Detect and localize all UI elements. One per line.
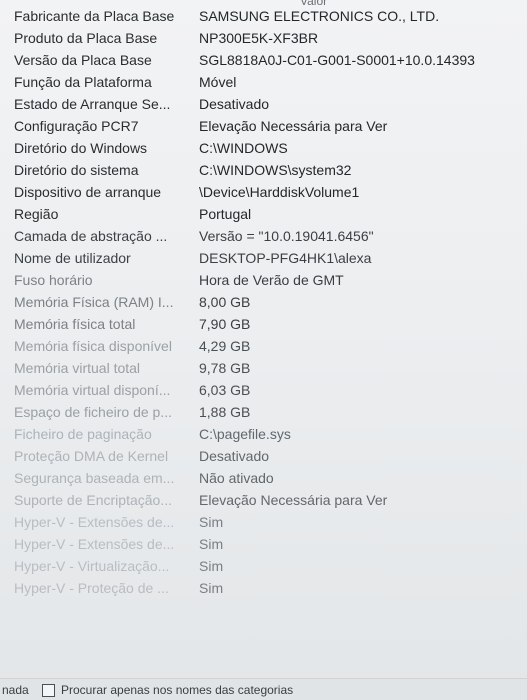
item-cell: Segurança baseada em... — [14, 470, 175, 486]
table-row[interactable]: Ficheiro de paginação C:\pagefile.sys — [0, 423, 527, 445]
item-cell: Hyper-V - Extensões de... — [14, 514, 175, 530]
table-row[interactable]: Hyper-V - Extensões de... Sim — [0, 533, 527, 555]
value-cell: \Device\HarddiskVolume1 — [199, 184, 360, 200]
item-cell: Configuração PCR7 — [14, 118, 139, 134]
value-cell: Sim — [199, 558, 224, 574]
table-row[interactable]: Diretório do Windows C:\WINDOWS — [0, 137, 527, 159]
item-cell: Fuso horário — [14, 272, 93, 288]
table-row[interactable]: Dispositivo de arranque \Device\Harddisk… — [0, 181, 527, 203]
value-cell: Sim — [199, 536, 224, 552]
search-selected-category-label: nada — [2, 683, 29, 697]
value-cell: 1,88 GB — [199, 404, 251, 420]
value-cell: DESKTOP-PFG4HK1\alexa — [199, 250, 372, 266]
table-row[interactable]: Proteção DMA de Kernel Desativado — [0, 445, 527, 467]
value-cell: 6,03 GB — [199, 382, 251, 398]
table-row[interactable]: Versão da Placa Base SGL8818A0J-C01-G001… — [0, 49, 527, 71]
table-row[interactable]: Memória virtual total 9,78 GB — [0, 357, 527, 379]
value-cell: Hora de Verão de GMT — [199, 272, 344, 288]
item-cell: Proteção DMA de Kernel — [14, 448, 169, 464]
table-row[interactable]: Diretório do sistema C:\WINDOWS\system32 — [0, 159, 527, 181]
table-row[interactable]: Espaço de ficheiro de p... 1,88 GB — [0, 401, 527, 423]
system-info-list: Fabricante da Placa Base SAMSUNG ELECTRO… — [0, 5, 527, 599]
table-row[interactable]: Configuração PCR7 Elevação Necessária pa… — [0, 115, 527, 137]
value-cell: C:\pagefile.sys — [199, 426, 291, 442]
table-row[interactable]: Memória física disponível 4,29 GB — [0, 335, 527, 357]
value-cell: Sim — [199, 514, 224, 530]
table-row[interactable]: Memória virtual disponí... 6,03 GB — [0, 379, 527, 401]
table-row[interactable]: Região Portugal — [0, 203, 527, 225]
value-cell: Não ativado — [199, 470, 274, 486]
system-summary-panel: Valor Fabricante da Placa Base SAMSUNG E… — [0, 0, 527, 700]
item-cell: Diretório do sistema — [14, 162, 139, 178]
item-cell: Memória virtual total — [14, 360, 141, 376]
value-cell: SAMSUNG ELECTRONICS CO., LTD. — [199, 8, 440, 24]
value-cell: NP300E5K-XF3BR — [199, 30, 319, 46]
item-cell: Fabricante da Placa Base — [14, 8, 175, 24]
value-cell: 9,78 GB — [199, 360, 251, 376]
table-row[interactable]: Produto da Placa Base NP300E5K-XF3BR — [0, 27, 527, 49]
item-cell: Memória virtual disponí... — [14, 382, 171, 398]
table-row[interactable]: Função da Plataforma Móvel — [0, 71, 527, 93]
table-row[interactable]: Fabricante da Placa Base SAMSUNG ELECTRO… — [0, 5, 527, 27]
item-cell: Função da Plataforma — [14, 74, 152, 90]
item-cell: Diretório do Windows — [14, 140, 148, 156]
value-cell: 8,00 GB — [199, 294, 251, 310]
table-row[interactable]: Segurança baseada em... Não ativado — [0, 467, 527, 489]
search-categories-checkbox[interactable] — [42, 683, 55, 697]
item-cell: Região — [14, 206, 59, 222]
item-cell: Nome de utilizador — [14, 250, 131, 266]
table-row[interactable]: Nome de utilizador DESKTOP-PFG4HK1\alexa — [0, 247, 527, 269]
table-row[interactable]: Hyper-V - Virtualização... Sim — [0, 555, 527, 577]
value-cell: Elevação Necessária para Ver — [199, 118, 388, 134]
table-row[interactable]: Camada de abstração ... Versão = "10.0.1… — [0, 225, 527, 247]
value-cell: C:\WINDOWS\system32 — [199, 162, 352, 178]
table-row[interactable]: Hyper-V - Proteção de ... Sim — [0, 577, 527, 599]
value-cell: Móvel — [199, 74, 237, 90]
value-cell: 7,90 GB — [199, 316, 251, 332]
item-cell: Dispositivo de arranque — [14, 184, 162, 200]
item-cell: Memória Física (RAM) I... — [14, 294, 174, 310]
table-row[interactable]: Memória física total 7,90 GB — [0, 313, 527, 335]
item-cell: Memória física total — [14, 316, 136, 332]
item-cell: Versão da Placa Base — [14, 52, 152, 68]
item-cell: Hyper-V - Proteção de ... — [14, 580, 169, 596]
value-cell: Desativado — [199, 96, 270, 112]
item-cell: Suporte de Encriptação... — [14, 492, 172, 508]
item-cell: Espaço de ficheiro de p... — [14, 404, 172, 420]
item-cell: Hyper-V - Extensões de... — [14, 536, 175, 552]
value-cell: Versão = "10.0.19041.6456" — [199, 228, 374, 244]
value-cell: Elevação Necessária para Ver — [199, 492, 388, 508]
table-row[interactable]: Fuso horário Hora de Verão de GMT — [0, 269, 527, 291]
table-row[interactable]: Estado de Arranque Se... Desativado — [0, 93, 527, 115]
value-cell: Sim — [199, 580, 224, 596]
item-cell: Memória física disponível — [14, 338, 172, 354]
value-cell: C:\WINDOWS — [199, 140, 288, 156]
item-cell: Estado de Arranque Se... — [14, 96, 171, 112]
value-cell: 4,29 GB — [199, 338, 251, 354]
item-cell: Hyper-V - Virtualização... — [14, 558, 170, 574]
table-row[interactable]: Suporte de Encriptação... Elevação Neces… — [0, 489, 527, 511]
item-cell: Produto da Placa Base — [14, 30, 158, 46]
search-categories-label[interactable]: Procurar apenas nos nomes das categorias — [61, 683, 293, 697]
value-cell: Desativado — [199, 448, 270, 464]
search-options-bar: nada Procurar apenas nos nomes das categ… — [0, 678, 527, 700]
value-cell: SGL8818A0J-C01-G001-S0001+10.0.14393 — [199, 52, 475, 68]
value-cell: Portugal — [199, 206, 252, 222]
table-row[interactable]: Hyper-V - Extensões de... Sim — [0, 511, 527, 533]
item-cell: Camada de abstração ... — [14, 228, 168, 244]
table-row[interactable]: Memória Física (RAM) I... 8,00 GB — [0, 291, 527, 313]
item-cell: Ficheiro de paginação — [14, 426, 152, 442]
